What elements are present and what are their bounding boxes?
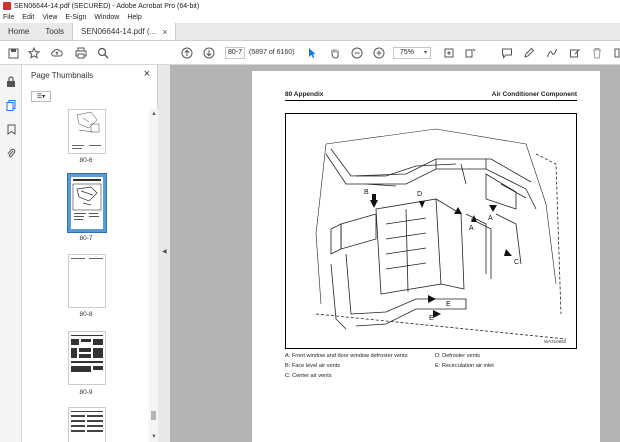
thumbnail-page-selected[interactable] — [67, 173, 107, 233]
page-number-input[interactable]: 80-7 — [225, 47, 245, 59]
page-header-title: Air Conditioner Component — [491, 91, 577, 98]
menu-help[interactable]: Help — [127, 14, 141, 21]
comment-icon[interactable] — [500, 46, 514, 60]
menu-edit[interactable]: Edit — [22, 14, 34, 21]
previous-page-icon[interactable] — [180, 46, 194, 60]
more-tools-icon[interactable] — [610, 46, 620, 60]
thumbnail-page[interactable] — [68, 407, 106, 442]
menu-view[interactable]: View — [42, 14, 57, 21]
figure-code: WA310650 — [544, 339, 567, 344]
list-options-icon: ☰▾ — [36, 94, 46, 100]
caption-d: D: Defroster vents — [435, 353, 481, 359]
document-view[interactable]: 80 Appendix Air Conditioner Component B … — [170, 65, 620, 442]
tab-home-label: Home — [8, 27, 30, 36]
scroll-down-icon[interactable]: ▼ — [151, 434, 157, 440]
menu-window[interactable]: Window — [94, 14, 119, 21]
highlight-pen-icon[interactable] — [522, 46, 536, 60]
thumbnail-label: 80-6 — [79, 157, 93, 164]
tab-document-label: SEN06644-14.pdf (... — [81, 27, 157, 36]
zoom-level-value: 75% — [400, 49, 415, 56]
fit-page-icon[interactable] — [442, 46, 456, 60]
search-icon[interactable] — [96, 46, 110, 60]
lock-icon[interactable] — [5, 75, 17, 87]
panel-splitter[interactable]: ◀ — [158, 65, 170, 442]
title-bar: SEN06644-14.pdf (SECURED) - Adobe Acroba… — [0, 0, 620, 12]
bookmarks-icon[interactable] — [5, 123, 17, 135]
tab-tools[interactable]: Tools — [37, 23, 72, 40]
caption-c: C: Center air vents — [285, 373, 332, 379]
save-icon[interactable] — [6, 46, 20, 60]
scrollbar-thumb[interactable] — [151, 411, 156, 420]
scroll-up-icon[interactable]: ▲ — [151, 111, 157, 117]
acrobat-app-icon — [3, 2, 11, 10]
tab-home[interactable]: Home — [0, 23, 37, 40]
tab-tools-label: Tools — [45, 27, 65, 36]
menu-bar: File Edit View E-Sign Window Help — [0, 12, 620, 23]
diagram-label-c: C — [514, 259, 519, 266]
diagram-label-a2: A — [488, 215, 493, 222]
thumbnail-label: 80-7 — [79, 235, 93, 242]
hand-tool-icon[interactable] — [328, 46, 342, 60]
draw-icon[interactable] — [545, 46, 559, 60]
page-thumbnails-panel: Page Thumbnails × ☰▾ 80-6 80-7 80-8 80-9… — [22, 65, 158, 442]
menu-esign[interactable]: E-Sign — [65, 14, 86, 21]
select-cursor-icon[interactable] — [305, 46, 319, 60]
thumbnail-page[interactable] — [68, 254, 106, 308]
thumbnail-scrollbar[interactable]: ▲ ▼ — [149, 109, 158, 442]
upload-cloud-icon[interactable] — [50, 46, 64, 60]
close-icon[interactable]: × — [144, 68, 150, 80]
pdf-page: 80 Appendix Air Conditioner Component B … — [252, 71, 600, 442]
zoom-out-icon[interactable] — [350, 46, 364, 60]
print-icon[interactable] — [74, 46, 88, 60]
tab-document[interactable]: SEN06644-14.pdf (... × — [72, 23, 177, 40]
tab-bar: Home Tools SEN06644-14.pdf (... × — [0, 23, 620, 41]
thumbnail-page[interactable] — [68, 109, 106, 154]
page-header-section: 80 Appendix — [285, 91, 324, 98]
next-page-icon[interactable] — [202, 46, 216, 60]
page-thumbnails-icon[interactable] — [5, 99, 17, 111]
menu-file[interactable]: File — [3, 14, 14, 21]
diagram-label-e2: E — [429, 315, 434, 322]
fill-sign-icon[interactable] — [568, 46, 582, 60]
caption-a: A: Front window and door window defroste… — [285, 353, 408, 359]
zoom-in-icon[interactable] — [372, 46, 386, 60]
toolbar: 80-7 (5897 of 6160) 75% ▾ — [0, 41, 620, 65]
caption-b: B: Face level air vents — [285, 363, 341, 369]
attachment-icon[interactable] — [5, 147, 17, 159]
diagram-label-b: B — [364, 189, 369, 196]
thumbnail-list: 80-6 80-7 80-8 80-9 — [22, 109, 150, 442]
thumbnail-label: 80-8 — [79, 311, 93, 318]
thumbnail-label: 80-9 — [79, 389, 93, 396]
diagram-label-d: D — [417, 191, 422, 198]
tab-close-icon[interactable]: × — [162, 27, 167, 37]
chevron-down-icon: ▾ — [423, 50, 427, 56]
zoom-level-field[interactable]: 75% ▾ — [393, 47, 431, 59]
bookmark-star-icon[interactable] — [27, 46, 41, 60]
panel-title: Page Thumbnails — [31, 71, 94, 80]
delete-icon[interactable] — [590, 46, 604, 60]
page-header: 80 Appendix Air Conditioner Component — [285, 90, 577, 101]
rotate-icon[interactable] — [463, 46, 477, 60]
caption-e: E: Recirculation air inlet — [435, 363, 494, 369]
diagram-label-e: E — [446, 301, 451, 308]
page-count: (5897 of 6160) — [249, 49, 295, 56]
thumbnail-options-button[interactable]: ☰▾ — [31, 91, 51, 102]
left-rail — [0, 65, 22, 442]
thumbnail-page[interactable] — [68, 331, 106, 385]
collapse-panel-icon[interactable]: ◀ — [162, 248, 167, 255]
window-title: SEN06644-14.pdf (SECURED) - Adobe Acroba… — [14, 2, 200, 10]
air-conditioner-diagram: B D A A C E E WA310650 — [285, 113, 577, 349]
diagram-label-a: A — [469, 225, 474, 232]
